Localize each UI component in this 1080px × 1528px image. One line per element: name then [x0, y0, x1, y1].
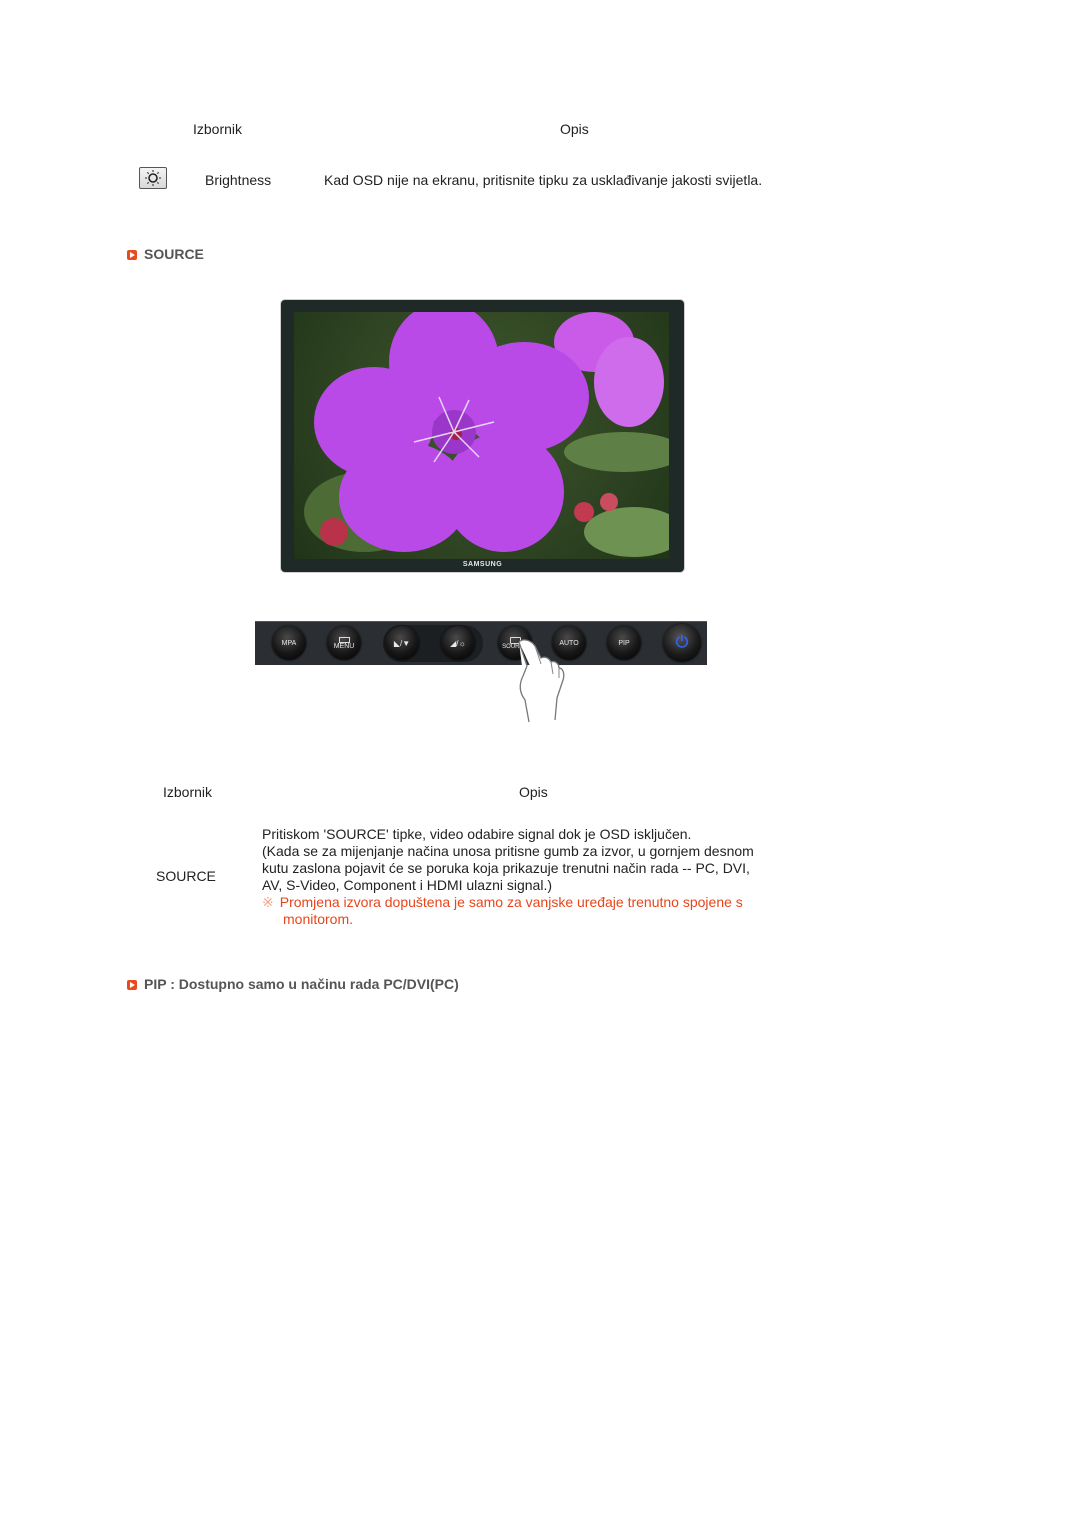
menu-button[interactable]: MENU — [327, 626, 361, 660]
brightness-down-button[interactable]: ◣/▼ — [385, 626, 419, 660]
column-header-description: Opis — [560, 121, 589, 137]
hand-pointer-icon — [518, 639, 565, 723]
button-label: MPA — [281, 639, 297, 647]
monitor-screen-image — [294, 312, 669, 559]
flower-photo — [304, 312, 669, 557]
source-description: Pritiskom 'SOURCE' tipke, video odabire … — [262, 826, 802, 928]
brightness-description: Kad OSD nije na ekranu, pritisnite tipku… — [324, 172, 763, 188]
power-button[interactable]: ⏻ — [663, 624, 701, 662]
brightness-icon — [139, 167, 167, 189]
monitor-illustration: SAMSUNG — [281, 300, 684, 572]
description-line: Pritiskom 'SOURCE' tipke, video odabire … — [262, 826, 692, 842]
brightness-down-icon: ◣/▼ — [393, 638, 411, 648]
monitor-button-panel: MPA MENU ◣/▼ ◢/☼ SOURCE AUTO PIP ⏻ — [255, 621, 707, 665]
section-heading-pip: PIP : Dostupno samo u načinu rada PC/DVI… — [127, 976, 459, 993]
column-header-menu: Izbornik — [163, 784, 213, 800]
description-line: AV, S-Video, Component i HDMI ulazni sig… — [262, 877, 552, 893]
note-reference-icon: ※ — [262, 894, 274, 910]
menu-item-brightness: Brightness — [205, 172, 272, 188]
menu-item-source: SOURCE — [156, 868, 216, 884]
button-label: MENU — [333, 642, 355, 650]
monitor-brand-logo: SAMSUNG — [462, 561, 503, 568]
button-label: PIP — [618, 639, 630, 647]
section-title: PIP : Dostupno samo u načinu rada PC/DVI… — [144, 976, 459, 992]
brightness-up-button[interactable]: ◢/☼ — [441, 626, 475, 660]
mpa-button[interactable]: MPA — [272, 626, 306, 660]
section-heading-source: SOURCE — [127, 246, 204, 263]
power-icon: ⏻ — [675, 634, 689, 651]
pip-button[interactable]: PIP — [607, 626, 641, 660]
note-line: Promjena izvora dopuštena je samo za van… — [279, 894, 743, 910]
brightness-up-icon: ◢/☼ — [450, 638, 466, 648]
section-bullet-icon — [127, 979, 137, 990]
source-note: ※ Promjena izvora dopuštena je samo za va… — [262, 894, 802, 911]
column-header-menu: Izbornik — [193, 121, 243, 137]
column-header-description: Opis — [519, 784, 548, 800]
section-bullet-icon — [127, 249, 137, 260]
section-title: SOURCE — [144, 246, 204, 262]
description-line: kutu zaslona pojavit će se poruka koja p… — [262, 860, 750, 876]
note-line: monitorom. — [283, 911, 354, 927]
description-line: (Kada se za mijenjanje načina unosa prit… — [262, 843, 754, 859]
